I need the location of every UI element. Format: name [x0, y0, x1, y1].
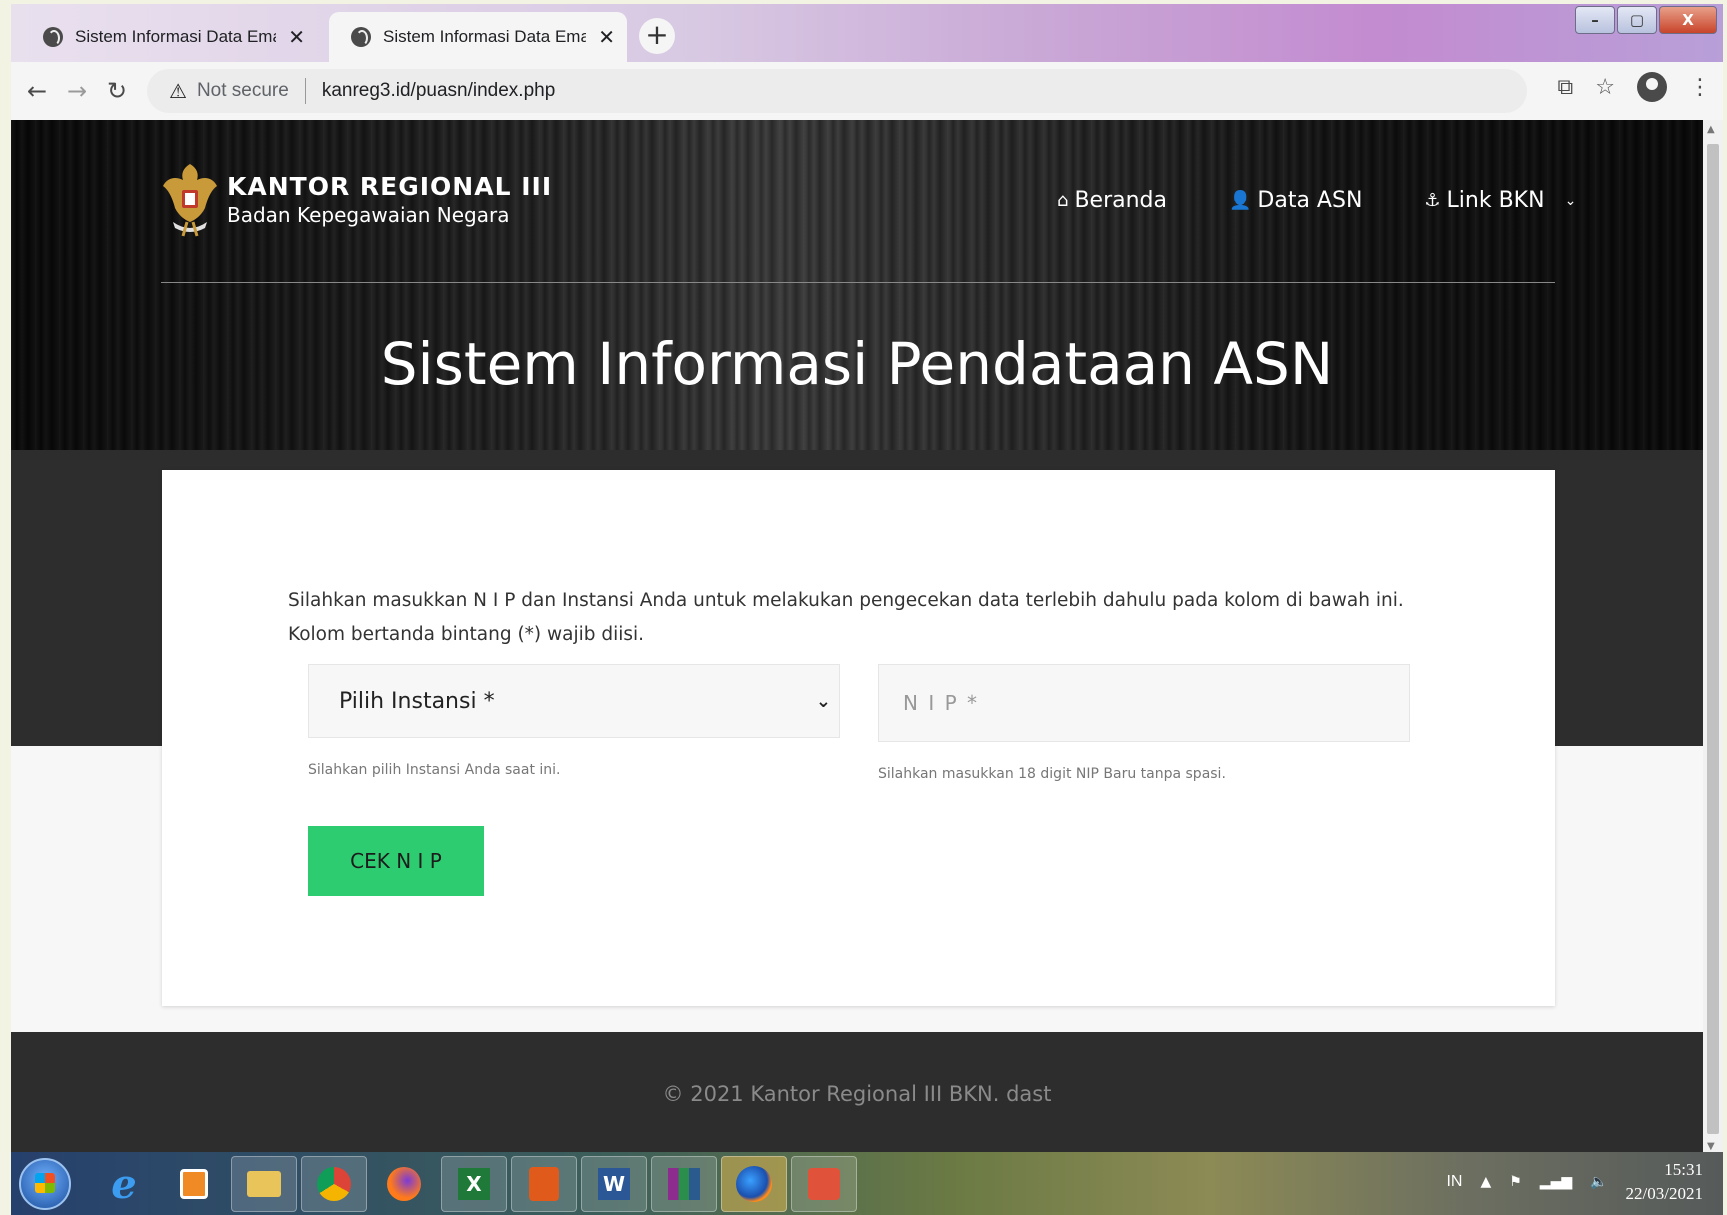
forward-arrow-icon[interactable]: →: [57, 77, 97, 105]
page-viewport: KANTOR REGIONAL III Badan Kepegawaian Ne…: [11, 120, 1703, 1156]
language-indicator[interactable]: IN: [1446, 1173, 1462, 1191]
page-scrollbar[interactable]: ▲ ▼: [1703, 120, 1723, 1156]
tab-title: Sistem Informasi Data Email ASN: [383, 27, 587, 46]
file-explorer-icon[interactable]: [231, 1156, 297, 1212]
chevron-down-icon: ⌄: [815, 690, 831, 712]
clock[interactable]: 15:31 22/03/2021: [1626, 1158, 1703, 1206]
user-icon: 👤: [1228, 190, 1252, 211]
tab-strip: Sistem Informasi Data Email ASN ✕ Sistem…: [11, 4, 1723, 62]
nav-label: Link BKN: [1446, 188, 1545, 213]
tray-expand-icon[interactable]: ▲: [1480, 1174, 1491, 1190]
chrome-icon[interactable]: [301, 1156, 367, 1212]
site-brand[interactable]: KANTOR REGIONAL III Badan Kepegawaian Ne…: [161, 160, 552, 238]
minimize-button[interactable]: –: [1575, 6, 1615, 34]
menu-kebab-icon[interactable]: ⋮: [1689, 75, 1711, 100]
warning-icon: ⚠: [169, 79, 187, 103]
firefox-icon[interactable]: [371, 1156, 437, 1212]
main-nav: ⌂ Beranda 👤 Data ASN ⚓ Link BKN ⌄: [1057, 188, 1576, 213]
url-text[interactable]: kanreg3.id/puasn/index.php: [322, 80, 555, 102]
cek-nip-button[interactable]: CEK N I P: [308, 826, 484, 896]
form-card: Silahkan masukkan N I P dan Instansi And…: [162, 470, 1555, 1006]
volume-icon[interactable]: 🔈: [1590, 1174, 1607, 1190]
toolbar-actions: ⧉ ☆ ⋮: [1558, 72, 1711, 102]
translate-icon[interactable]: ⧉: [1558, 75, 1574, 100]
nav-label: Beranda: [1074, 188, 1167, 213]
pdf-reader-icon[interactable]: [511, 1156, 577, 1212]
signal-icon[interactable]: ▂▄▆: [1540, 1174, 1572, 1190]
form-instructions: Silahkan masukkan N I P dan Instansi And…: [288, 590, 1404, 645]
instansi-selected-value: Pilih Instansi *: [339, 688, 495, 714]
bookmark-star-icon[interactable]: ☆: [1595, 75, 1615, 100]
system-tray: IN ▲ ⚑ ▂▄▆ 🔈 15:31 22/03/2021: [1446, 1158, 1703, 1206]
copyright-text: © 2021 Kantor Regional III BKN. dast: [662, 1082, 1052, 1106]
window-controls: – ▢ X: [1575, 6, 1717, 34]
nav-data-asn[interactable]: 👤 Data ASN: [1229, 188, 1362, 213]
taskbar: e X W IN ▲ ⚑ ▂▄▆ 🔈 15:31 22/03/2021: [11, 1152, 1723, 1215]
clock-date: 22/03/2021: [1625, 1184, 1703, 1203]
new-tab-button[interactable]: +: [639, 18, 675, 54]
start-button-icon[interactable]: [19, 1158, 71, 1210]
close-icon[interactable]: ✕: [288, 25, 305, 49]
clock-time: 15:31: [1664, 1160, 1703, 1179]
scrollbar-thumb[interactable]: [1707, 144, 1719, 1134]
instansi-help-text: Silahkan pilih Instansi Anda saat ini.: [308, 762, 561, 778]
hero-banner: KANTOR REGIONAL III Badan Kepegawaian Ne…: [11, 120, 1703, 450]
globe-icon: [43, 27, 63, 47]
instansi-select[interactable]: Pilih Instansi * ⌄: [308, 664, 840, 738]
brand-subtitle: Badan Kepegawaian Negara: [227, 202, 510, 227]
address-bar[interactable]: ⚠ Not secure kanreg3.id/puasn/index.php: [147, 69, 1527, 113]
network-warning-icon[interactable]: ⚑: [1509, 1174, 1522, 1190]
tab-inactive[interactable]: Sistem Informasi Data Email ASN ✕: [21, 12, 317, 62]
globe-icon: [351, 27, 371, 47]
tab-active[interactable]: Sistem Informasi Data Email ASN ✕: [329, 12, 627, 62]
chevron-down-icon: ⌄: [1564, 192, 1577, 209]
internet-explorer-icon[interactable]: e: [91, 1156, 157, 1212]
nav-divider: [161, 282, 1555, 283]
nip-input[interactable]: [878, 664, 1410, 742]
firefox-active-icon[interactable]: [721, 1156, 787, 1212]
excel-icon[interactable]: X: [441, 1156, 507, 1212]
close-window-button[interactable]: X: [1659, 6, 1717, 34]
word-icon[interactable]: W: [581, 1156, 647, 1212]
nav-beranda[interactable]: ⌂ Beranda: [1057, 188, 1167, 213]
tab-title: Sistem Informasi Data Email ASN: [75, 27, 276, 46]
back-arrow-icon[interactable]: ←: [17, 77, 57, 105]
browser-window: Sistem Informasi Data Email ASN ✕ Sistem…: [11, 4, 1723, 1215]
security-label[interactable]: Not secure: [197, 80, 289, 102]
maximize-button[interactable]: ▢: [1617, 6, 1657, 34]
brand-title: KANTOR REGIONAL III: [227, 171, 553, 201]
close-icon[interactable]: ✕: [598, 25, 615, 49]
nav-link-bkn[interactable]: ⚓ Link BKN ⌄: [1424, 188, 1576, 213]
page-title: Sistem Informasi Pendataan ASN: [380, 330, 1334, 398]
scroll-down-icon[interactable]: ▼: [1707, 1141, 1715, 1152]
brand-text: KANTOR REGIONAL III Badan Kepegawaian Ne…: [227, 172, 552, 227]
profile-avatar-icon[interactable]: [1637, 72, 1667, 102]
reload-icon[interactable]: ↻: [97, 77, 137, 105]
scroll-up-icon[interactable]: ▲: [1707, 124, 1715, 135]
winrar-icon[interactable]: [651, 1156, 717, 1212]
browser-toolbar: ← → ↻ ⚠ Not secure kanreg3.id/puasn/inde…: [11, 62, 1723, 120]
garuda-emblem-icon: [163, 164, 217, 237]
nip-help-text: Silahkan masukkan 18 digit NIP Baru tanp…: [878, 766, 1226, 782]
anchor-icon: ⚓: [1424, 190, 1441, 211]
media-player-icon[interactable]: [161, 1156, 227, 1212]
nav-label: Data ASN: [1257, 188, 1363, 213]
omnibox-divider: [304, 78, 306, 104]
presentation-app-icon[interactable]: [791, 1156, 857, 1212]
home-icon: ⌂: [1057, 190, 1069, 211]
